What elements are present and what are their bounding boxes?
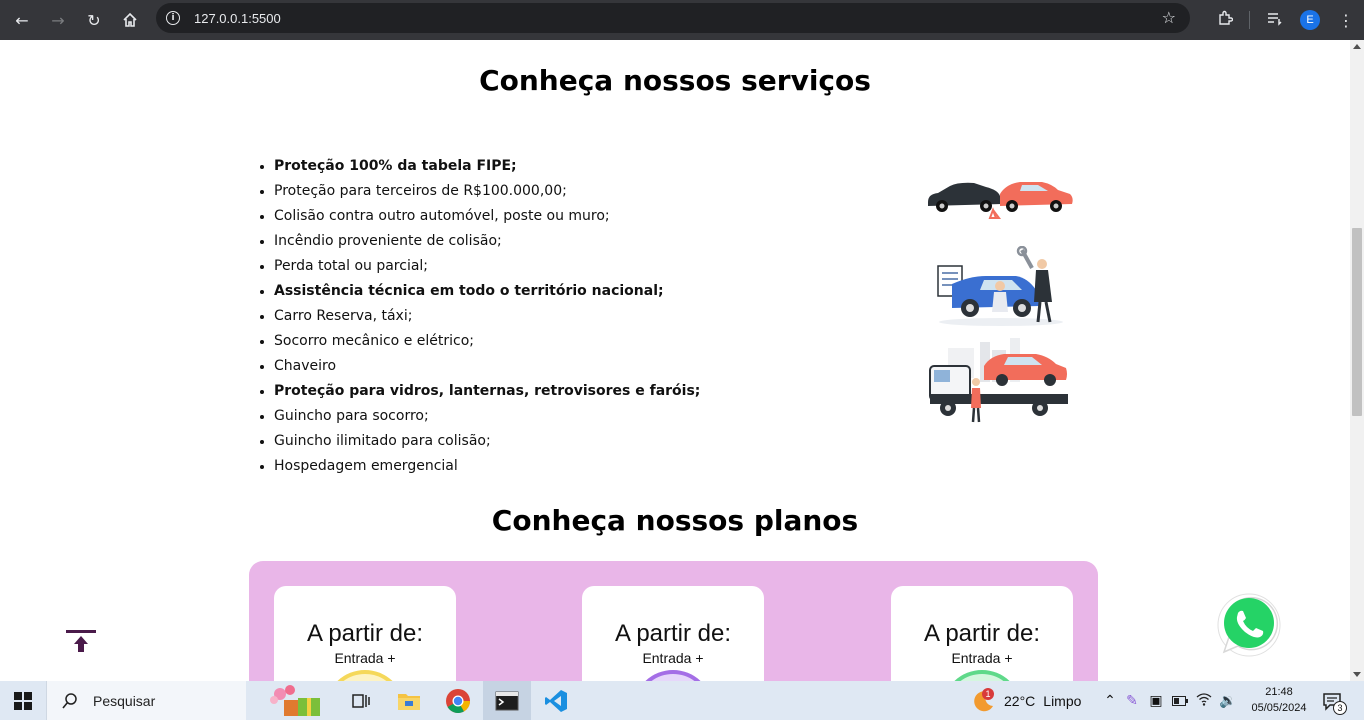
search-placeholder: Pesquisar: [93, 692, 156, 709]
scrollbar-thumb[interactable]: [1352, 228, 1362, 416]
task-view-icon[interactable]: [336, 681, 384, 720]
page-viewport: Conheça nossos serviços Proteção 100% da…: [0, 40, 1350, 681]
menu-kebab-icon[interactable]: ⋮: [1328, 11, 1364, 30]
mechanic-assistance-illustration: [937, 246, 1063, 326]
plan-badge-circle: [942, 670, 1022, 681]
bookmark-star-icon[interactable]: ☆: [1162, 8, 1176, 27]
services-heading: Conheça nossos serviços: [479, 64, 871, 97]
plan-badge-circle: [325, 670, 405, 681]
search-icon: [62, 692, 77, 709]
notification-count-badge: 3: [1333, 701, 1347, 715]
scroll-up-arrow-icon[interactable]: [1353, 44, 1361, 49]
plan-entrada-label: Entrada +: [334, 650, 396, 666]
car-collision-illustration: [928, 182, 1073, 219]
reading-list-icon[interactable]: [1256, 10, 1292, 30]
forward-icon[interactable]: →: [44, 6, 72, 34]
services-list: Proteção 100% da tabela FIPE;Proteção pa…: [274, 154, 700, 479]
service-item: Proteção para terceiros de R$100.000,00;: [274, 179, 700, 204]
plans-container: A partir de: Entrada + A partir de: Entr…: [249, 561, 1098, 681]
service-item: Socorro mecânico e elétrico;: [274, 329, 700, 354]
plan-entrada-label: Entrada +: [951, 650, 1013, 666]
weather-widget[interactable]: 1 22°C Limpo: [972, 681, 1081, 720]
gift-widget-icon[interactable]: [266, 681, 324, 720]
plans-heading: Conheça nossos planos: [491, 504, 859, 537]
system-tray: ⌃ ✎ ▣ 🔉: [1100, 681, 1240, 720]
notification-center[interactable]: 3: [1322, 681, 1347, 720]
home-icon[interactable]: [116, 6, 144, 34]
terminal-icon[interactable]: [483, 681, 531, 720]
plan-badge-circle: [633, 670, 713, 681]
plan-price-prefix: A partir de:: [306, 620, 424, 647]
plan-card[interactable]: A partir de: Entrada +: [274, 586, 456, 681]
taskbar-clock[interactable]: 21:48 05/05/2024: [1244, 684, 1314, 716]
service-item: Guincho para socorro;: [274, 404, 700, 429]
weather-temp: 22°C: [1004, 692, 1036, 709]
weather-desc: Limpo: [1043, 692, 1082, 709]
volume-icon[interactable]: 🔉: [1216, 692, 1240, 709]
browser-toolbar: ← → ↻ i 127.0.0.1:5500 ☆ E ⋮: [0, 0, 1364, 40]
tow-truck-illustration: [929, 338, 1068, 423]
chrome-icon[interactable]: [434, 681, 482, 720]
pen-icon[interactable]: ✎: [1120, 692, 1144, 709]
service-item: Incêndio proveniente de colisão;: [274, 229, 700, 254]
whatsapp-icon[interactable]: [1216, 592, 1282, 658]
site-info-icon[interactable]: i: [166, 11, 180, 25]
service-item: Assistência técnica em todo o território…: [274, 279, 700, 304]
meet-now-icon[interactable]: ▣: [1144, 692, 1168, 709]
service-item: Proteção para vidros, lanternas, retrovi…: [274, 379, 700, 404]
plan-card[interactable]: A partir de: Entrada +: [582, 586, 764, 681]
weather-alert-badge: 1: [982, 688, 994, 700]
chevron-up-icon[interactable]: ⌃: [1100, 692, 1120, 709]
page-scrollbar[interactable]: [1350, 40, 1364, 681]
service-item: Hospedagem emergencial: [274, 454, 700, 479]
clock-date: 05/05/2024: [1251, 702, 1307, 714]
address-bar[interactable]: i 127.0.0.1:5500 ☆: [156, 3, 1190, 33]
plan-entrada-label: Entrada +: [642, 650, 704, 666]
vscode-icon[interactable]: [532, 681, 580, 720]
plan-price-prefix: A partir de:: [923, 620, 1041, 647]
back-icon[interactable]: ←: [8, 6, 36, 34]
service-item: Proteção 100% da tabela FIPE;: [274, 154, 700, 179]
extensions-icon[interactable]: [1207, 10, 1243, 30]
service-item: Guincho ilimitado para colisão;: [274, 429, 700, 454]
scroll-down-arrow-icon[interactable]: [1353, 672, 1361, 677]
toolbar-divider: [1249, 11, 1250, 29]
profile-avatar[interactable]: E: [1300, 10, 1320, 30]
back-to-top-icon[interactable]: [64, 628, 98, 658]
service-item: Perda total ou parcial;: [274, 254, 700, 279]
service-item: Colisão contra outro automóvel, poste ou…: [274, 204, 700, 229]
clock-time: 21:48: [1265, 686, 1293, 698]
taskbar-search[interactable]: Pesquisar: [46, 681, 246, 720]
service-item: Carro Reserva, táxi;: [274, 304, 700, 329]
windows-start-icon[interactable]: [0, 681, 46, 720]
reload-icon[interactable]: ↻: [80, 6, 108, 34]
plan-price-prefix: A partir de:: [614, 620, 732, 647]
file-explorer-icon[interactable]: [385, 681, 433, 720]
battery-icon[interactable]: [1168, 693, 1192, 709]
wifi-icon[interactable]: [1192, 692, 1216, 709]
url-text[interactable]: 127.0.0.1:5500: [194, 11, 281, 26]
plan-card[interactable]: A partir de: Entrada +: [891, 586, 1073, 681]
service-item: Chaveiro: [274, 354, 700, 379]
